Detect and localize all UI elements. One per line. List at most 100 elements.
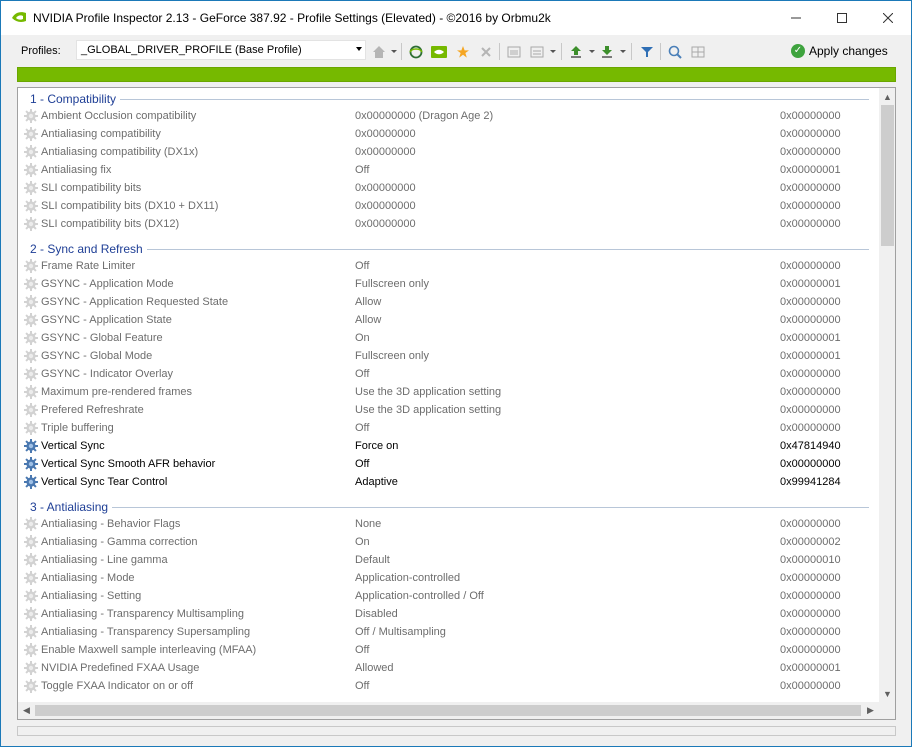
setting-row[interactable]: GSYNC - Application Mode Fullscreen only 0… [18, 275, 879, 293]
setting-row[interactable]: GSYNC - Application State Allow 0x00000000 [18, 311, 879, 329]
setting-value: Force on [355, 440, 399, 452]
setting-row[interactable]: Vertical Sync Tear Control Adaptive 0x9994… [18, 473, 879, 491]
add-app-icon[interactable] [506, 44, 522, 60]
setting-row[interactable]: Antialiasing - Setting Application-contro… [18, 587, 879, 605]
setting-row[interactable]: Antialiasing compatibility 0x00000000 0x00… [18, 125, 879, 143]
setting-hex-value: 0x00000000 [780, 572, 841, 584]
setting-value: Off [355, 368, 370, 380]
setting-row[interactable]: GSYNC - Indicator Overlay Off 0x00000000 [18, 365, 879, 383]
setting-row[interactable]: Antialiasing compatibility (DX1x) 0x00000… [18, 143, 879, 161]
vertical-scrollbar[interactable]: ▲ ▼ [879, 88, 895, 702]
setting-hex-value: 0x00000000 [780, 458, 841, 470]
gear-icon [24, 109, 38, 123]
minimize-button[interactable] [773, 1, 819, 35]
setting-hex-value: 0x00000001 [780, 662, 841, 674]
setting-hex-value: 0x00000000 [780, 200, 841, 212]
setting-row[interactable]: Antialiasing - Transparency Supersamplin… [18, 623, 879, 641]
export-dropdown-arrow[interactable] [589, 50, 595, 53]
setting-row[interactable]: Toggle FXAA Indicator on or off Off 0x0000… [18, 677, 879, 695]
home-dropdown-arrow[interactable] [391, 50, 397, 53]
horizontal-scroll-thumb[interactable] [35, 705, 861, 716]
scroll-right-icon[interactable]: ▶ [862, 702, 879, 719]
setting-row[interactable]: Maximum pre-rendered frames Use the 3D ap… [18, 383, 879, 401]
setting-row[interactable]: Frame Rate Limiter Off 0x00000000 [18, 257, 879, 275]
setting-row[interactable]: Antialiasing fix Off 0x00000001 [18, 161, 879, 179]
setting-row[interactable]: Ambient Occlusion compatibility 0x0000000… [18, 107, 879, 125]
setting-value: On [355, 332, 370, 344]
filter-icon[interactable] [639, 44, 655, 60]
profiles-label: Profiles: [21, 45, 61, 57]
setting-name: Antialiasing fix [41, 164, 112, 176]
setting-row[interactable]: GSYNC - Global Feature On 0x00000001 [18, 329, 879, 347]
setting-name: Toggle FXAA Indicator on or off [41, 680, 194, 692]
setting-value: Application-controlled [355, 572, 461, 584]
gear-icon [24, 643, 38, 657]
home-icon[interactable] [371, 44, 387, 60]
setting-name: SLI compatibility bits (DX10 + DX11) [41, 200, 219, 212]
title-bar[interactable]: NVIDIA Profile Inspector 2.13 - GeForce … [1, 1, 911, 35]
setting-value: Default [355, 554, 390, 566]
vertical-scroll-thumb[interactable] [881, 105, 894, 246]
setting-value: 0x00000000 (Dragon Age 2) [355, 110, 494, 122]
setting-hex-value: 0x00000000 [780, 518, 841, 530]
setting-hex-value: 0x00000000 [780, 368, 841, 380]
nvidia-logo-icon[interactable] [431, 44, 447, 60]
setting-value: Off [355, 644, 370, 656]
gear-icon [24, 571, 38, 585]
toolbar-separator [631, 43, 632, 60]
profile-status-bar [17, 67, 896, 82]
group-header[interactable]: 1 - Compatibility [18, 89, 879, 107]
setting-row[interactable]: SLI compatibility bits (DX10 + DX11) 0x00… [18, 197, 879, 215]
toolbar-separator [561, 43, 562, 60]
setting-value: Allow [355, 296, 382, 308]
close-button[interactable] [865, 1, 911, 35]
setting-value: 0x00000000 [355, 182, 416, 194]
setting-row[interactable]: Triple buffering Off 0x00000000 [18, 419, 879, 437]
setting-name: Enable Maxwell sample interleaving (MFAA… [41, 644, 257, 656]
setting-hex-value: 0x00000000 [780, 218, 841, 230]
setting-hex-value: 0x00000000 [780, 182, 841, 194]
maximize-button[interactable] [819, 1, 865, 35]
setting-hex-value: 0x00000001 [780, 278, 841, 290]
setting-row[interactable]: Antialiasing - Transparency Multisamplin… [18, 605, 879, 623]
setting-row[interactable]: GSYNC - Global Mode Fullscreen only 0x0000… [18, 347, 879, 365]
apply-changes-button[interactable]: ✓ Apply changes [791, 42, 888, 60]
setting-row[interactable]: Antialiasing - Line gamma Default 0x000000… [18, 551, 879, 569]
app-list-dropdown-arrow[interactable] [550, 50, 556, 53]
refresh-icon[interactable] [408, 44, 424, 60]
group-header[interactable]: 3 - Antialiasing [18, 497, 879, 515]
delete-profile-icon[interactable] [478, 44, 494, 60]
import-dropdown-arrow[interactable] [620, 50, 626, 53]
setting-name: Antialiasing - Mode [41, 572, 135, 584]
gear-icon [24, 277, 38, 291]
setting-row[interactable]: GSYNC - Application Requested State Allow… [18, 293, 879, 311]
app-list-icon[interactable] [529, 44, 545, 60]
setting-name: Vertical Sync Tear Control [41, 476, 168, 488]
setting-hex-value: 0x00000001 [780, 164, 841, 176]
setting-row[interactable]: Vertical Sync Force on 0x47814940 [18, 437, 879, 455]
scroll-down-icon[interactable]: ▼ [879, 685, 895, 702]
horizontal-scrollbar[interactable]: ◀ ▶ [18, 702, 879, 719]
setting-row[interactable]: Antialiasing - Mode Application-controlle… [18, 569, 879, 587]
import-icon[interactable] [599, 44, 615, 60]
export-icon[interactable] [568, 44, 584, 60]
setting-row[interactable]: SLI compatibility bits (DX12) 0x00000000 0… [18, 215, 879, 233]
setting-row[interactable]: Prefered Refreshrate Use the 3D applicati… [18, 401, 879, 419]
profile-dropdown[interactable]: _GLOBAL_DRIVER_PROFILE (Base Profile) [76, 40, 366, 60]
scroll-left-icon[interactable]: ◀ [18, 702, 35, 719]
setting-hex-value: 0x00000000 [780, 386, 841, 398]
scroll-up-icon[interactable]: ▲ [879, 88, 895, 105]
setting-hex-value: 0x00000000 [780, 314, 841, 326]
group-header[interactable]: 2 - Sync and Refresh [18, 239, 879, 257]
scan-icon[interactable] [667, 44, 683, 60]
setting-row[interactable]: Antialiasing - Gamma correction On 0x00000… [18, 533, 879, 551]
setting-row[interactable]: Antialiasing - Behavior Flags None 0x00000… [18, 515, 879, 533]
settings-grid-icon[interactable] [690, 44, 706, 60]
setting-value: On [355, 536, 370, 548]
setting-row[interactable]: NVIDIA Predefined FXAA Usage Allowed 0x000… [18, 659, 879, 677]
setting-row[interactable]: Enable Maxwell sample interleaving (MFAA… [18, 641, 879, 659]
setting-row[interactable]: Vertical Sync Smooth AFR behavior Off 0x00… [18, 455, 879, 473]
setting-row[interactable]: SLI compatibility bits 0x00000000 0x000000… [18, 179, 879, 197]
setting-hex-value: 0x00000000 [780, 404, 841, 416]
new-profile-icon[interactable] [455, 44, 471, 60]
